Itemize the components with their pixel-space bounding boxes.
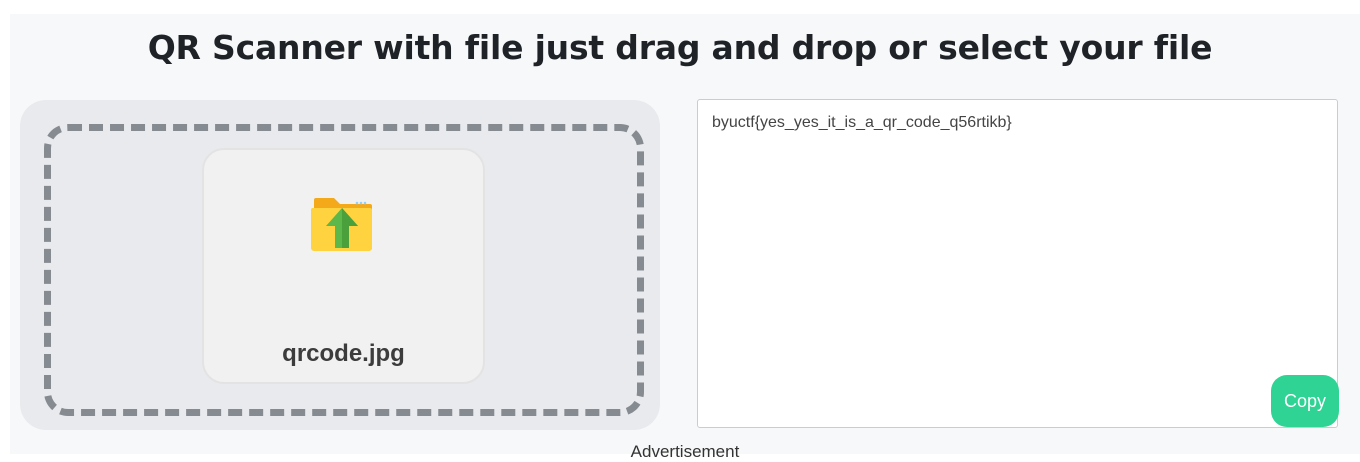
result-text: byuctf{yes_yes_it_is_a_qr_code_q56rtikb} [712,114,1012,131]
file-name-label: qrcode.jpg [282,340,405,367]
result-textarea[interactable]: byuctf{yes_yes_it_is_a_qr_code_q56rtikb} [697,99,1338,428]
advertisement-label: Advertisement [630,442,740,461]
drop-zone[interactable]: qrcode.jpg [44,124,644,416]
copy-button[interactable]: Copy [1271,375,1339,427]
page-container: QR Scanner with file just drag and drop … [10,14,1360,461]
folder-upload-icon [310,198,372,251]
upload-panel: qrcode.jpg [20,100,660,430]
page-title: QR Scanner with file just drag and drop … [147,28,1213,67]
selected-file-card[interactable]: qrcode.jpg [202,148,485,384]
